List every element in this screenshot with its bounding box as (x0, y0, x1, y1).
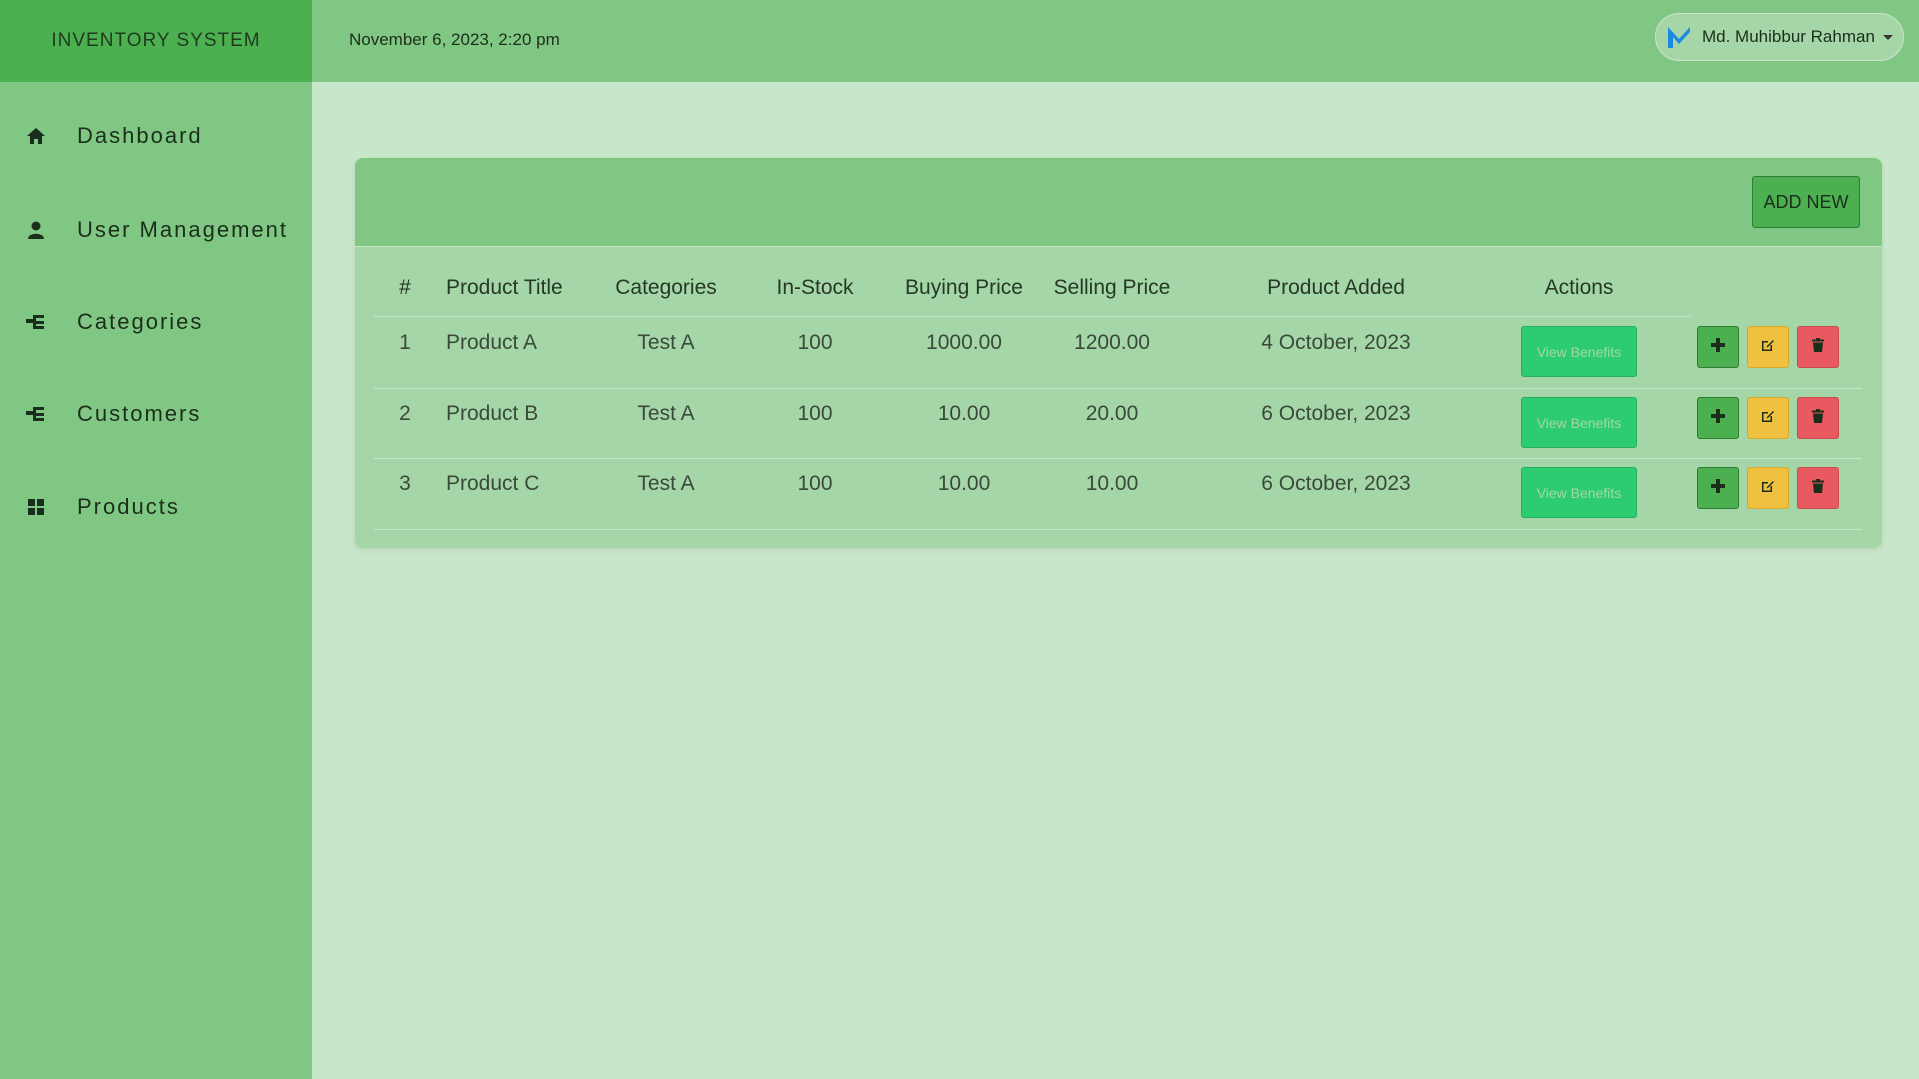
cell-product-title: Product B (446, 402, 539, 425)
column-header-product-title: Product Title (446, 276, 563, 299)
app-brand: INVENTORY SYSTEM (0, 0, 312, 82)
add-new-button[interactable]: ADD NEW (1752, 176, 1860, 228)
grid-icon (25, 496, 47, 518)
plus-icon (1711, 337, 1725, 357)
sidebar-item-dashboard[interactable]: Dashboard (0, 108, 312, 164)
edit-button[interactable] (1747, 326, 1789, 368)
row-divider (374, 529, 1862, 530)
sidebar-item-categories[interactable]: Categories (0, 294, 312, 350)
trash-icon (1812, 478, 1824, 498)
column-header-selling-price: Selling Price (1053, 276, 1171, 299)
edit-button[interactable] (1747, 397, 1789, 439)
sidebar-item-label: Dashboard (77, 123, 203, 148)
sidebar-item-label: Customers (77, 401, 202, 426)
user-menu-button[interactable]: Md. Muhibbur Rahman (1655, 13, 1904, 61)
cell-category: Test A (637, 402, 695, 425)
cell-number: 3 (399, 472, 411, 495)
sidebar-item-products[interactable]: Products (0, 479, 312, 535)
cell-number: 1 (399, 331, 411, 354)
plus-icon (1711, 478, 1725, 498)
view-benefits-button[interactable]: View Benefits (1521, 467, 1637, 518)
cell-product-added: 6 October, 2023 (1261, 402, 1411, 425)
topbar: November 6, 2023, 2:20 pm Md. Muhibbur R… (312, 0, 1919, 82)
cell-product-added: 4 October, 2023 (1261, 331, 1411, 354)
sidebar-item-label: User Management (77, 217, 288, 242)
chevron-down-icon (1882, 34, 1893, 40)
cell-selling-price: 1200.00 (1074, 331, 1150, 354)
sidebar-item-user-management[interactable]: User Management (0, 202, 312, 258)
table-row: 1 Product A Test A 100 1000.00 1200.00 4… (355, 317, 1882, 388)
cell-buying-price: 10.00 (937, 402, 991, 425)
delete-button[interactable] (1797, 326, 1839, 368)
column-header-number: # (399, 276, 411, 299)
cell-category: Test A (637, 331, 695, 354)
cell-in-stock: 100 (797, 402, 833, 425)
trash-icon (1812, 408, 1824, 428)
sidebar: Dashboard User Management Categories Cus… (0, 82, 312, 1079)
add-stock-button[interactable] (1697, 397, 1739, 439)
user-avatar-icon (1666, 24, 1692, 50)
delete-button[interactable] (1797, 397, 1839, 439)
edit-icon (1761, 409, 1775, 428)
column-header-buying-price: Buying Price (905, 276, 1023, 299)
column-header-in-stock: In-Stock (776, 276, 854, 299)
plus-icon (1711, 408, 1725, 428)
cell-selling-price: 20.00 (1085, 402, 1139, 425)
table-row: 3 Product C Test A 100 10.00 10.00 6 Oct… (355, 458, 1882, 529)
sitemap-icon (25, 403, 47, 425)
sitemap-icon (25, 311, 47, 333)
add-stock-button[interactable] (1697, 326, 1739, 368)
cell-product-title: Product C (446, 472, 540, 495)
delete-button[interactable] (1797, 467, 1839, 509)
edit-button[interactable] (1747, 467, 1789, 509)
cell-buying-price: 10.00 (937, 472, 991, 495)
cell-number: 2 (399, 402, 411, 425)
user-icon (25, 219, 47, 241)
table-row: 2 Product B Test A 100 10.00 20.00 6 Oct… (355, 388, 1882, 459)
column-header-categories: Categories (615, 276, 717, 299)
sidebar-item-label: Products (77, 494, 180, 519)
add-stock-button[interactable] (1697, 467, 1739, 509)
panel-header: ADD NEW (355, 158, 1882, 247)
sidebar-item-customers[interactable]: Customers (0, 386, 312, 442)
cell-category: Test A (637, 472, 695, 495)
view-benefits-button[interactable]: View Benefits (1521, 397, 1637, 448)
cell-product-added: 6 October, 2023 (1261, 472, 1411, 495)
home-icon (25, 125, 47, 147)
column-header-actions: Actions (1544, 276, 1614, 299)
view-benefits-button[interactable]: View Benefits (1521, 326, 1637, 377)
products-panel: ADD NEW # Product Title Categories In-St… (355, 158, 1882, 548)
cell-in-stock: 100 (797, 331, 833, 354)
sidebar-item-label: Categories (77, 309, 204, 334)
cell-buying-price: 1000.00 (926, 331, 1002, 354)
trash-icon (1812, 337, 1824, 357)
current-datetime: November 6, 2023, 2:20 pm (349, 30, 560, 49)
cell-product-title: Product A (446, 331, 538, 354)
edit-icon (1761, 338, 1775, 357)
cell-in-stock: 100 (797, 472, 833, 495)
edit-icon (1761, 479, 1775, 498)
user-name: Md. Muhibbur Rahman (1702, 27, 1875, 46)
column-header-product-added: Product Added (1267, 276, 1405, 299)
cell-selling-price: 10.00 (1085, 472, 1139, 495)
